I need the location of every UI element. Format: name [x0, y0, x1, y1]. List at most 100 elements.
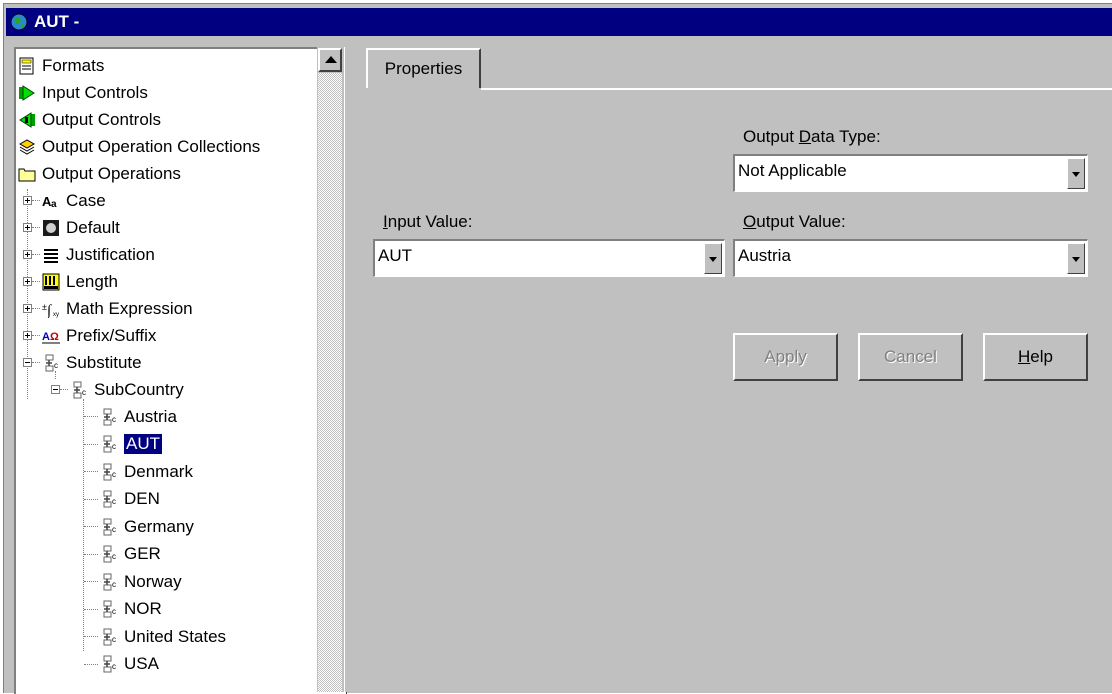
justification-icon	[44, 248, 58, 263]
expand-icon[interactable]	[23, 223, 32, 232]
chevron-down-icon[interactable]	[704, 243, 722, 274]
tree-item-value[interactable]: c NOR	[16, 596, 162, 623]
output-data-type-value: Not Applicable	[738, 161, 847, 180]
expand-icon[interactable]	[23, 304, 32, 313]
tree-item-value[interactable]: c Denmark	[16, 458, 193, 485]
tree-item-value[interactable]: c USA	[16, 651, 159, 678]
svg-text:∫: ∫	[46, 303, 53, 318]
tree-item-case[interactable]: A a Case	[16, 187, 106, 214]
tree-item-value[interactable]: c Austria	[16, 403, 177, 430]
output-value-select[interactable]: Austria	[733, 239, 1088, 277]
tree-item-label: USA	[124, 654, 159, 673]
tree-item-label: United States	[124, 626, 227, 646]
tree-item-label: Output Operation Collections	[42, 136, 261, 156]
substitute-icon: c	[45, 354, 58, 371]
prefix-suffix-icon: A Ω	[42, 331, 60, 343]
tree-item-label: Output Operations	[42, 163, 181, 183]
tree-item-justification[interactable]: Justification	[16, 241, 155, 268]
substitute-icon: c	[103, 573, 116, 590]
expand-icon[interactable]	[23, 250, 32, 259]
tree-view[interactable]: Formats Input Controls Output Controls O…	[14, 47, 347, 694]
svg-text:a: a	[51, 199, 57, 210]
tab-page-border	[481, 88, 1112, 90]
svg-text:c: c	[82, 388, 86, 397]
substitute-icon: c	[73, 381, 86, 398]
svg-text:c: c	[112, 607, 116, 616]
input-value-select[interactable]: AUT	[373, 239, 725, 277]
substitute-icon: c	[103, 600, 116, 618]
window-title: AUT -	[34, 12, 80, 31]
svg-text:c: c	[112, 470, 116, 479]
tree-item-label: Prefix/Suffix	[66, 325, 157, 345]
tree-item-substitute[interactable]: c Substitute	[16, 349, 142, 376]
tree-item-label: Formats	[42, 55, 105, 75]
globe-icon	[10, 13, 28, 31]
substitute-icon: c	[103, 463, 116, 480]
tree-item-label: Austria	[124, 406, 177, 426]
tree-item-label: AUT	[124, 434, 162, 454]
svg-text:c: c	[112, 635, 116, 644]
expand-icon[interactable]	[23, 277, 32, 286]
cancel-button[interactable]: Cancel	[858, 333, 963, 381]
case-icon: A a	[42, 194, 57, 210]
tree-item-output-controls[interactable]: Output Controls	[18, 106, 161, 133]
svg-text:c: c	[112, 662, 116, 671]
chevron-down-icon[interactable]	[1067, 243, 1085, 274]
expand-icon[interactable]	[23, 331, 32, 340]
tree-item-length[interactable]: Length	[16, 268, 118, 295]
pane-splitter[interactable]	[344, 47, 359, 692]
tree-item-value[interactable]: c Norway	[16, 568, 182, 595]
input-value-value: AUT	[378, 246, 412, 265]
tree-item-label: Math Expression	[66, 298, 193, 318]
tree-item-label: NOR	[124, 599, 162, 618]
output-data-type-select[interactable]: Not Applicable	[733, 154, 1088, 192]
math-expression-icon: ± ∫ xy	[42, 302, 59, 318]
formats-icon	[19, 57, 34, 74]
apply-button[interactable]: Apply	[733, 333, 838, 381]
folder-icon	[18, 168, 36, 181]
svg-text:c: c	[112, 442, 116, 451]
collapse-icon[interactable]	[23, 358, 32, 367]
tree-item-label: Default	[66, 217, 120, 237]
tree-item-output-operations[interactable]: Output Operations	[18, 160, 181, 187]
scroll-up-button[interactable]	[318, 48, 342, 72]
tree-item-label: Denmark	[124, 461, 193, 481]
input-controls-icon	[19, 84, 35, 101]
input-value-label: Input Value:	[383, 212, 473, 231]
tree-item-formats[interactable]: Formats	[18, 52, 104, 79]
tab-properties[interactable]: Properties	[366, 48, 481, 88]
tree-item-math-expression[interactable]: ± ∫ xy Math Expression	[16, 295, 193, 322]
collapse-icon[interactable]	[51, 385, 60, 394]
tree-item-label: Input Controls	[42, 82, 148, 102]
collections-icon	[18, 138, 36, 155]
scroll-track[interactable]	[318, 73, 342, 692]
help-button[interactable]: Help	[983, 333, 1088, 381]
tree-item-default[interactable]: Default	[16, 214, 120, 241]
tree-item-subcountry[interactable]: c SubCountry	[16, 376, 184, 403]
tree-item-value[interactable]: c GER	[16, 541, 161, 568]
expand-icon[interactable]	[23, 196, 32, 205]
tree-item-value[interactable]: c AUT	[16, 431, 162, 458]
substitute-icon: c	[103, 435, 116, 453]
default-icon	[43, 219, 59, 236]
tab-label: Properties	[384, 59, 463, 78]
svg-text:c: c	[112, 580, 116, 589]
tree-item-label: Justification	[66, 244, 155, 264]
tree-item-output-operation-collections[interactable]: Output Operation Collections	[18, 133, 260, 160]
tree-item-label: Output Controls	[42, 109, 162, 129]
tree-item-label: Case	[66, 190, 106, 210]
tree-item-label: Length	[66, 271, 118, 291]
tree-item-input-controls[interactable]: Input Controls	[18, 79, 148, 106]
tree-item-value[interactable]: c DEN	[16, 486, 160, 513]
svg-text:c: c	[54, 361, 58, 370]
substitute-icon: c	[103, 628, 116, 645]
substitute-icon: c	[103, 490, 116, 508]
tree-item-label: Germany	[124, 516, 194, 536]
tree-item-value[interactable]: c Germany	[16, 513, 194, 540]
tree-item-prefix-suffix[interactable]: A Ω Prefix/Suffix	[16, 322, 156, 349]
title-bar: AUT -	[6, 8, 1112, 36]
svg-text:Ω: Ω	[50, 331, 59, 343]
tree-item-value[interactable]: c United States	[16, 623, 226, 650]
output-value-value: Austria	[738, 246, 791, 265]
chevron-down-icon[interactable]	[1067, 158, 1085, 189]
